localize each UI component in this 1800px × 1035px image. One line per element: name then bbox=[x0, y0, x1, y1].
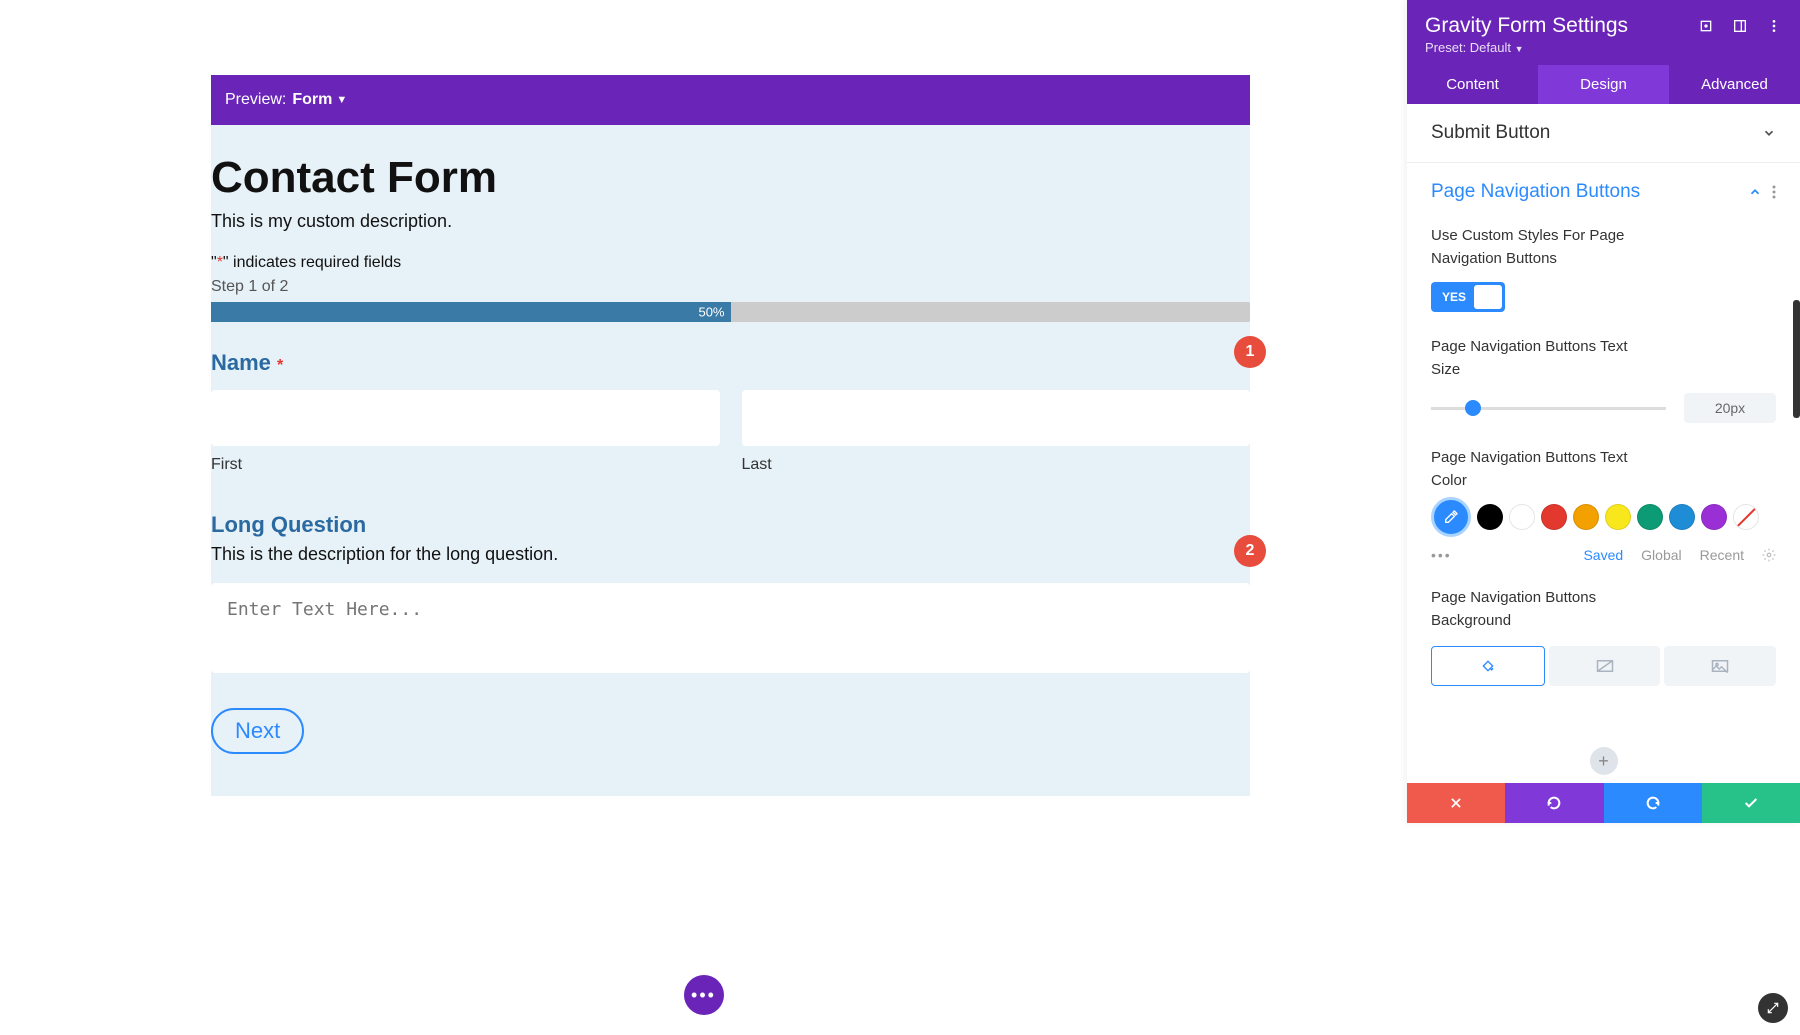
section-page-nav: Page Navigation Buttons Use Custom Style… bbox=[1407, 163, 1800, 823]
tab-advanced[interactable]: Advanced bbox=[1669, 65, 1800, 104]
progress-bar: 50% bbox=[211, 302, 1250, 322]
bg-tab-color[interactable] bbox=[1431, 646, 1545, 686]
gradient-icon bbox=[1596, 659, 1614, 673]
first-name-input[interactable] bbox=[211, 390, 720, 446]
long-question-textarea[interactable] bbox=[211, 583, 1250, 673]
settings-title: Gravity Form Settings bbox=[1425, 14, 1628, 38]
eyedropper-icon bbox=[1443, 509, 1459, 525]
section-page-nav-header[interactable]: Page Navigation Buttons bbox=[1431, 181, 1776, 203]
plus-icon: + bbox=[1590, 747, 1618, 775]
check-icon bbox=[1743, 795, 1759, 811]
setting-text-color: Page Navigation Buttons Text Color bbox=[1431, 447, 1776, 563]
settings-scroll: Submit Button Page Navigation Buttons Us… bbox=[1407, 104, 1800, 823]
color-recent-link[interactable]: Recent bbox=[1700, 547, 1744, 563]
toggle-thumb bbox=[1474, 285, 1502, 309]
swatch-blue[interactable] bbox=[1669, 504, 1695, 530]
section-submit-button[interactable]: Submit Button bbox=[1407, 104, 1800, 163]
eyedropper-swatch[interactable] bbox=[1431, 497, 1471, 537]
more-icon[interactable] bbox=[1766, 18, 1782, 34]
name-label: Name * bbox=[211, 350, 1250, 376]
bg-label: Page Navigation Buttons Background bbox=[1431, 587, 1631, 632]
dots-icon: ••• bbox=[691, 986, 716, 1004]
tab-content[interactable]: Content bbox=[1407, 65, 1538, 104]
preview-label: Preview: bbox=[225, 91, 286, 109]
first-sublabel: First bbox=[211, 456, 720, 474]
slider-thumb[interactable] bbox=[1465, 400, 1481, 416]
long-question-label: Long Question bbox=[211, 512, 1250, 538]
text-size-label: Page Navigation Buttons Text Size bbox=[1431, 336, 1631, 381]
resize-icon bbox=[1766, 1001, 1780, 1015]
use-custom-label: Use Custom Styles For Page Navigation Bu… bbox=[1431, 225, 1631, 270]
settings-tabs: Content Design Advanced bbox=[1407, 65, 1800, 104]
settings-preset[interactable]: Preset: Default ▼ bbox=[1425, 40, 1782, 55]
swatch-yellow[interactable] bbox=[1605, 504, 1631, 530]
swatch-orange[interactable] bbox=[1573, 504, 1599, 530]
swatch-none[interactable] bbox=[1733, 504, 1759, 530]
annotation-2: 2 bbox=[1234, 535, 1266, 567]
progress-text: 50% bbox=[698, 305, 724, 320]
step-label: Step 1 of 2 bbox=[211, 278, 1250, 296]
text-size-slider[interactable] bbox=[1431, 407, 1666, 410]
swatch-white[interactable] bbox=[1509, 504, 1535, 530]
setting-text-size: Page Navigation Buttons Text Size 20px bbox=[1431, 336, 1776, 423]
section-title-nav: Page Navigation Buttons bbox=[1431, 181, 1640, 203]
cancel-button[interactable] bbox=[1407, 783, 1505, 823]
save-button[interactable] bbox=[1702, 783, 1800, 823]
swatch-purple[interactable] bbox=[1701, 504, 1727, 530]
settings-header: Gravity Form Settings Preset: Default ▼ bbox=[1407, 0, 1800, 65]
preview-value: Form bbox=[292, 91, 332, 109]
swatch-black[interactable] bbox=[1477, 504, 1503, 530]
more-vertical-icon[interactable] bbox=[1772, 185, 1776, 199]
scrollbar[interactable] bbox=[1793, 300, 1800, 418]
section-title-submit: Submit Button bbox=[1431, 122, 1550, 144]
last-sublabel: Last bbox=[742, 456, 1251, 474]
swatch-teal[interactable] bbox=[1637, 504, 1663, 530]
setting-use-custom: Use Custom Styles For Page Navigation Bu… bbox=[1431, 225, 1776, 312]
redo-button[interactable] bbox=[1604, 783, 1702, 823]
progress-fill: 50% bbox=[211, 302, 731, 322]
color-global-link[interactable]: Global bbox=[1641, 547, 1681, 563]
undo-button[interactable] bbox=[1505, 783, 1603, 823]
color-saved-link[interactable]: Saved bbox=[1583, 547, 1623, 563]
preview-bar[interactable]: Preview: Form ▼ bbox=[211, 75, 1250, 125]
form-description: This is my custom description. bbox=[211, 211, 1250, 232]
annotation-1: 1 bbox=[1234, 336, 1266, 368]
chevron-up-icon bbox=[1748, 185, 1762, 199]
next-button[interactable]: Next bbox=[211, 708, 304, 754]
yes-toggle[interactable]: YES bbox=[1431, 282, 1505, 312]
module-options-button[interactable]: ••• bbox=[684, 975, 724, 1015]
form-body: 1 2 Contact Form This is my custom descr… bbox=[211, 125, 1250, 796]
close-icon bbox=[1449, 796, 1463, 810]
action-bar bbox=[1407, 783, 1800, 823]
image-icon bbox=[1711, 659, 1729, 673]
dock-icon[interactable] bbox=[1732, 18, 1748, 34]
swatch-red[interactable] bbox=[1541, 504, 1567, 530]
resize-handle[interactable] bbox=[1758, 993, 1788, 1023]
undo-icon bbox=[1546, 795, 1562, 811]
canvas-area: Preview: Form ▼ 1 2 Contact Form This is… bbox=[0, 0, 1407, 1035]
long-question-desc: This is the description for the long que… bbox=[211, 544, 1250, 565]
caret-down-icon: ▼ bbox=[336, 94, 347, 106]
settings-panel: Gravity Form Settings Preset: Default ▼ … bbox=[1407, 0, 1800, 823]
expand-icon[interactable] bbox=[1698, 18, 1714, 34]
form-title: Contact Form bbox=[211, 153, 1250, 203]
gear-icon[interactable] bbox=[1762, 548, 1776, 562]
text-color-label: Page Navigation Buttons Text Color bbox=[1431, 447, 1631, 492]
text-size-value[interactable]: 20px bbox=[1684, 393, 1776, 423]
redo-icon bbox=[1645, 795, 1661, 811]
chevron-down-icon bbox=[1762, 126, 1776, 140]
yes-text: YES bbox=[1434, 290, 1474, 304]
required-note: "*" indicates required fields bbox=[211, 254, 1250, 272]
paint-bucket-icon bbox=[1480, 658, 1496, 674]
bg-tab-image[interactable] bbox=[1664, 646, 1776, 686]
bg-tab-gradient[interactable] bbox=[1549, 646, 1661, 686]
last-name-input[interactable] bbox=[742, 390, 1251, 446]
tab-design[interactable]: Design bbox=[1538, 65, 1669, 104]
color-more-dots[interactable]: ••• bbox=[1431, 547, 1452, 563]
